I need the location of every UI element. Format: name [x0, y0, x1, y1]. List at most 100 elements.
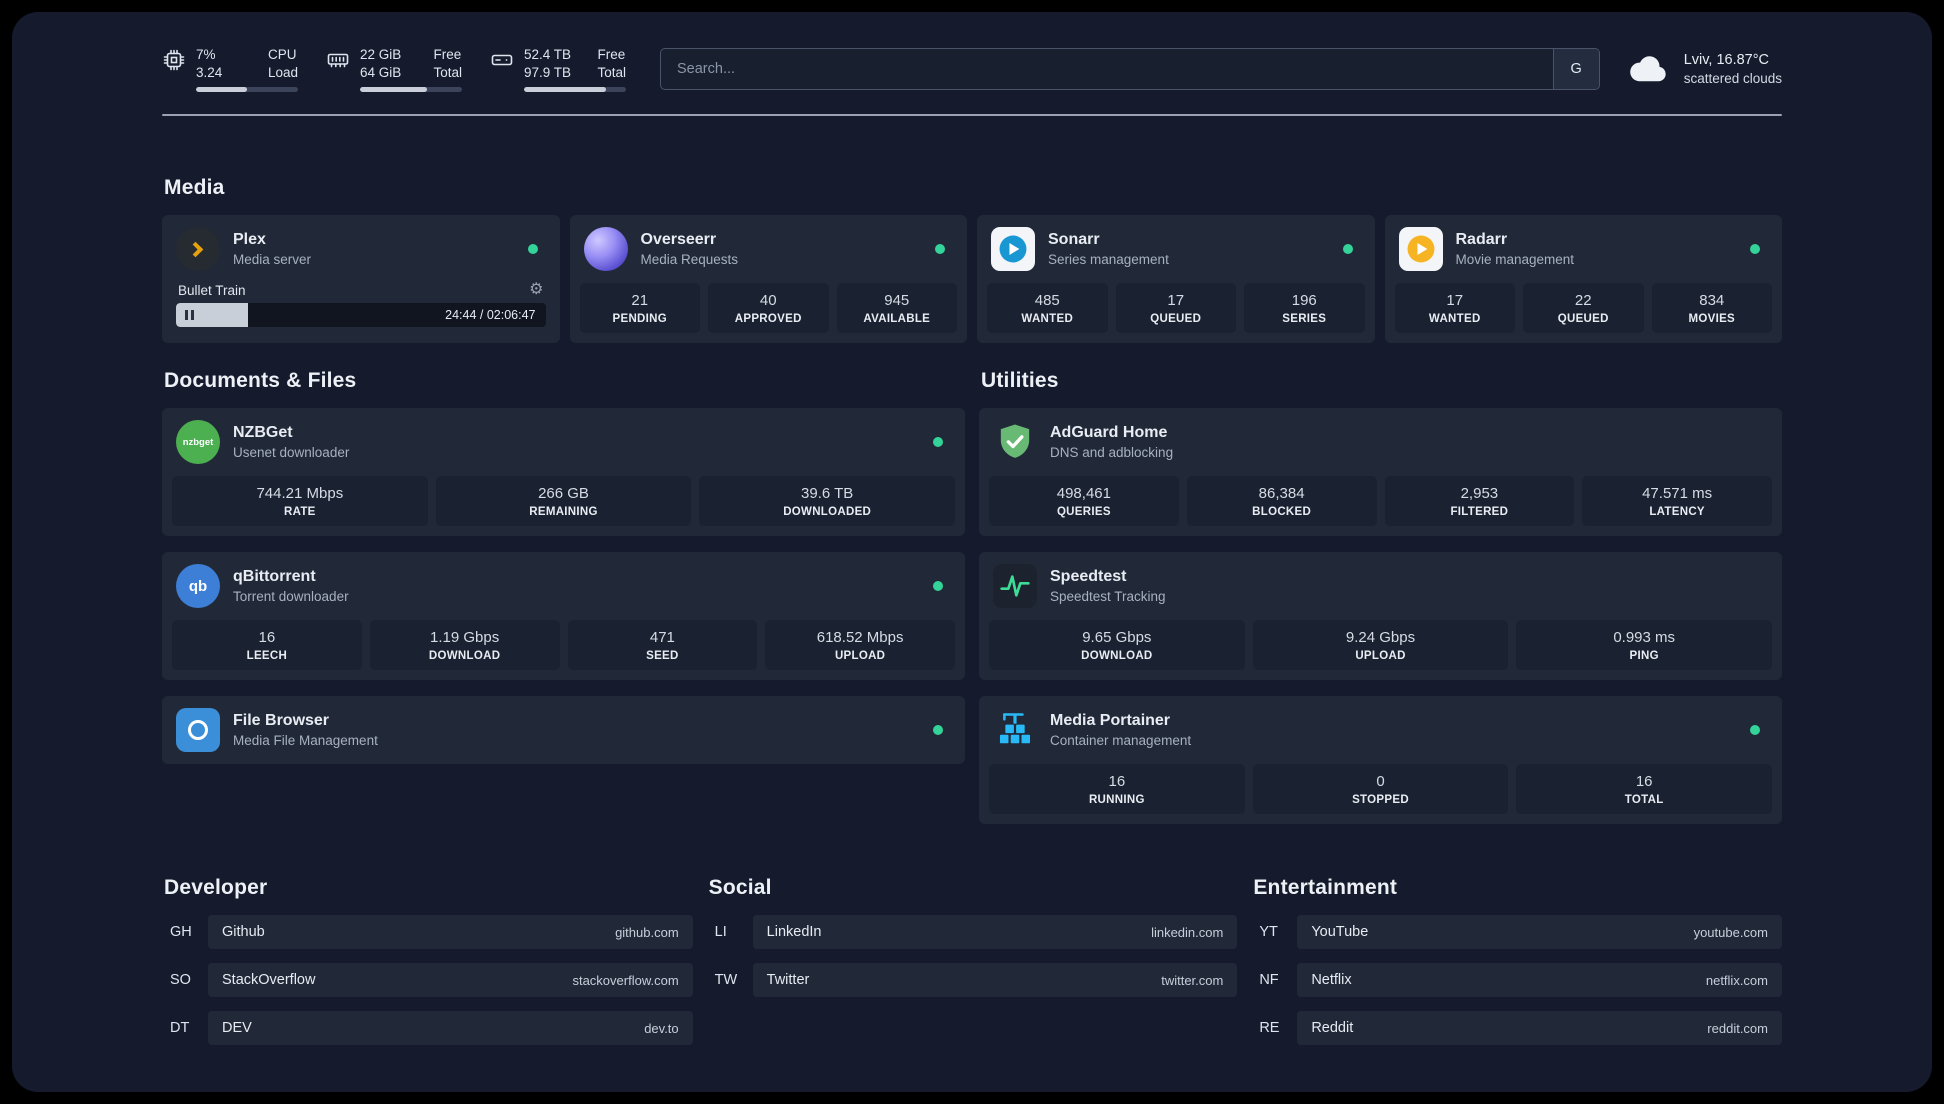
- service-card-plex[interactable]: Plex Media server Bullet Train ⚙ 24:44 /…: [162, 215, 560, 344]
- service-card-filebrowser[interactable]: File Browser Media File Management: [162, 696, 965, 765]
- service-subtitle: Series management: [1048, 252, 1169, 268]
- bookmark-stackoverflow[interactable]: SO StackOverflow stackoverflow.com: [162, 963, 693, 998]
- stat-movies: 834 MOVIES: [1651, 283, 1772, 334]
- stat-upload: 9.24 Gbps UPLOAD: [1252, 620, 1509, 671]
- utilities-section-title: Utilities: [981, 369, 1059, 393]
- stat-queries: 498,461 QUERIES: [989, 476, 1179, 527]
- bookmark-domain: youtube.com: [1693, 924, 1768, 940]
- service-card-overseerr[interactable]: Overseerr Media Requests 21 PENDING 40 A…: [569, 215, 967, 344]
- weather-condition: scattered clouds: [1683, 71, 1782, 87]
- disk-widget: 52.4 TB 97.9 TB Free Total: [490, 46, 626, 93]
- memory-free-value: 22 GiB: [360, 47, 402, 62]
- bookmark-dev[interactable]: DT DEV dev.to: [162, 1011, 693, 1046]
- search-provider-button[interactable]: G: [1552, 49, 1599, 90]
- service-name: AdGuard Home: [1050, 424, 1168, 442]
- search-input[interactable]: [661, 61, 1553, 78]
- adguard-shield-icon: [993, 420, 1037, 464]
- stat-wanted: 17 WANTED: [1394, 283, 1515, 334]
- bookmark-abbr: NF: [1259, 972, 1279, 989]
- section-documents: Documents & Files nzbget NZBGet Usenet d…: [162, 369, 965, 824]
- stat-pending: 21 PENDING: [579, 283, 700, 334]
- bookmark-twitter[interactable]: TW Twitter twitter.com: [707, 963, 1238, 998]
- service-card-qbittorrent[interactable]: qb qBittorrent Torrent downloader 16 LEE…: [162, 552, 965, 681]
- stat-blocked: 86,384 BLOCKED: [1186, 476, 1377, 527]
- cpu-load-label: Load: [267, 64, 298, 80]
- memory-icon: [326, 48, 350, 72]
- service-name: Sonarr: [1048, 231, 1100, 249]
- now-playing-title: Bullet Train: [178, 282, 246, 298]
- stat-filtered: 2,953 FILTERED: [1384, 476, 1575, 527]
- service-name: Radarr: [1455, 231, 1508, 249]
- status-dot: [935, 244, 945, 255]
- playback-time: 24:44 / 02:06:47: [445, 308, 536, 323]
- bookmark-domain: reddit.com: [1707, 1020, 1768, 1036]
- bookmark-domain: linkedin.com: [1151, 924, 1224, 940]
- service-subtitle: Movie management: [1455, 252, 1575, 268]
- bookmark-abbr: SO: [170, 972, 191, 989]
- cpu-chip-icon: [162, 48, 186, 72]
- service-card-radarr[interactable]: Radarr Movie management 17 WANTED 22 QUE…: [1384, 215, 1782, 344]
- service-card-sonarr[interactable]: Sonarr Series management 485 WANTED 17 Q…: [977, 215, 1375, 344]
- bookmark-abbr: YT: [1259, 924, 1278, 941]
- bookmark-domain: twitter.com: [1161, 972, 1224, 988]
- service-subtitle: Speedtest Tracking: [1050, 589, 1166, 605]
- stat-upload: 618.52 Mbps UPLOAD: [765, 620, 955, 671]
- service-card-nzbget[interactable]: nzbget NZBGet Usenet downloader 744.21 M…: [162, 408, 965, 537]
- playback-progress-bar: 24:44 / 02:06:47: [176, 303, 546, 328]
- status-dot: [1342, 244, 1353, 255]
- service-card-speedtest[interactable]: Speedtest Speedtest Tracking 9.65 Gbps D…: [979, 552, 1782, 681]
- bookmark-github[interactable]: GH Github github.com: [162, 915, 693, 950]
- topbar-divider: [162, 114, 1782, 117]
- bookmark-reddit[interactable]: RE Reddit reddit.com: [1251, 1011, 1782, 1046]
- stat-download: 9.65 Gbps DOWNLOAD: [989, 620, 1245, 671]
- service-subtitle: Media Requests: [640, 252, 739, 268]
- radarr-icon: [1398, 227, 1443, 272]
- stat-running: 16 RUNNING: [989, 764, 1245, 815]
- disk-total-label: Total: [597, 64, 626, 80]
- status-dot: [527, 244, 538, 255]
- stat-seed: 471 SEED: [567, 620, 758, 671]
- memory-widget: 22 GiB 64 GiB Free Total: [326, 46, 462, 93]
- status-dot: [933, 581, 943, 592]
- bookmark-abbr: TW: [714, 972, 738, 989]
- status-dot: [1750, 725, 1760, 736]
- cpu-progress-fill: [196, 87, 247, 93]
- bookmark-youtube[interactable]: YT YouTube youtube.com: [1251, 915, 1782, 950]
- stat-total: 16 TOTAL: [1516, 764, 1773, 815]
- topbar: 7% 3.24 CPU Load 22 GiB 64 GiB Free Tota…: [162, 46, 1782, 93]
- status-dot: [1750, 244, 1760, 255]
- service-subtitle: Media File Management: [233, 733, 378, 749]
- stat-stopped: 0 STOPPED: [1252, 764, 1509, 815]
- filebrowser-icon: [176, 708, 220, 753]
- disk-progress-fill: [524, 87, 606, 93]
- plex-now-playing: Bullet Train ⚙ 24:44 / 02:06:47: [172, 279, 550, 328]
- service-subtitle: Usenet downloader: [233, 445, 350, 461]
- memory-total-label: Total: [433, 64, 462, 80]
- system-widgets: 7% 3.24 CPU Load 22 GiB 64 GiB Free Tota…: [162, 46, 626, 93]
- documents-section-title: Documents & Files: [164, 369, 357, 393]
- bookmark-abbr: LI: [714, 924, 727, 941]
- service-subtitle: Media server: [233, 252, 312, 268]
- gear-icon[interactable]: ⚙: [529, 282, 543, 298]
- weather-location: Lviv, 16.87°C: [1683, 52, 1770, 69]
- service-card-portainer[interactable]: Media Portainer Container management 16 …: [979, 696, 1782, 825]
- plex-icon: [176, 227, 220, 272]
- bookmark-linkedin[interactable]: LI LinkedIn linkedin.com: [707, 915, 1238, 950]
- service-card-adguard[interactable]: AdGuard Home DNS and adblocking 498,461 …: [979, 408, 1782, 537]
- cpu-usage-value: 7%: [196, 47, 216, 62]
- stat-wanted: 485 WANTED: [987, 283, 1108, 334]
- memory-free-label: Free: [433, 47, 462, 62]
- bookmark-domain: dev.to: [644, 1020, 679, 1036]
- bookmark-name: Reddit: [1311, 1020, 1354, 1037]
- bookmark-netflix[interactable]: NF Netflix netflix.com: [1251, 963, 1782, 998]
- pause-button[interactable]: [185, 310, 194, 321]
- bookmark-name: Github: [222, 924, 265, 941]
- weather-widget: Lviv, 16.87°C scattered clouds: [1626, 51, 1782, 87]
- bookmark-domain: github.com: [615, 924, 679, 940]
- service-name: Speedtest: [1050, 568, 1127, 586]
- bookmark-group-developer: Developer GH Github github.com SO StackO…: [162, 876, 693, 1046]
- media-section-title: Media: [164, 176, 225, 200]
- service-name: Media Portainer: [1050, 712, 1171, 730]
- service-name: NZBGet: [233, 424, 293, 442]
- memory-progress-bar: [360, 87, 462, 93]
